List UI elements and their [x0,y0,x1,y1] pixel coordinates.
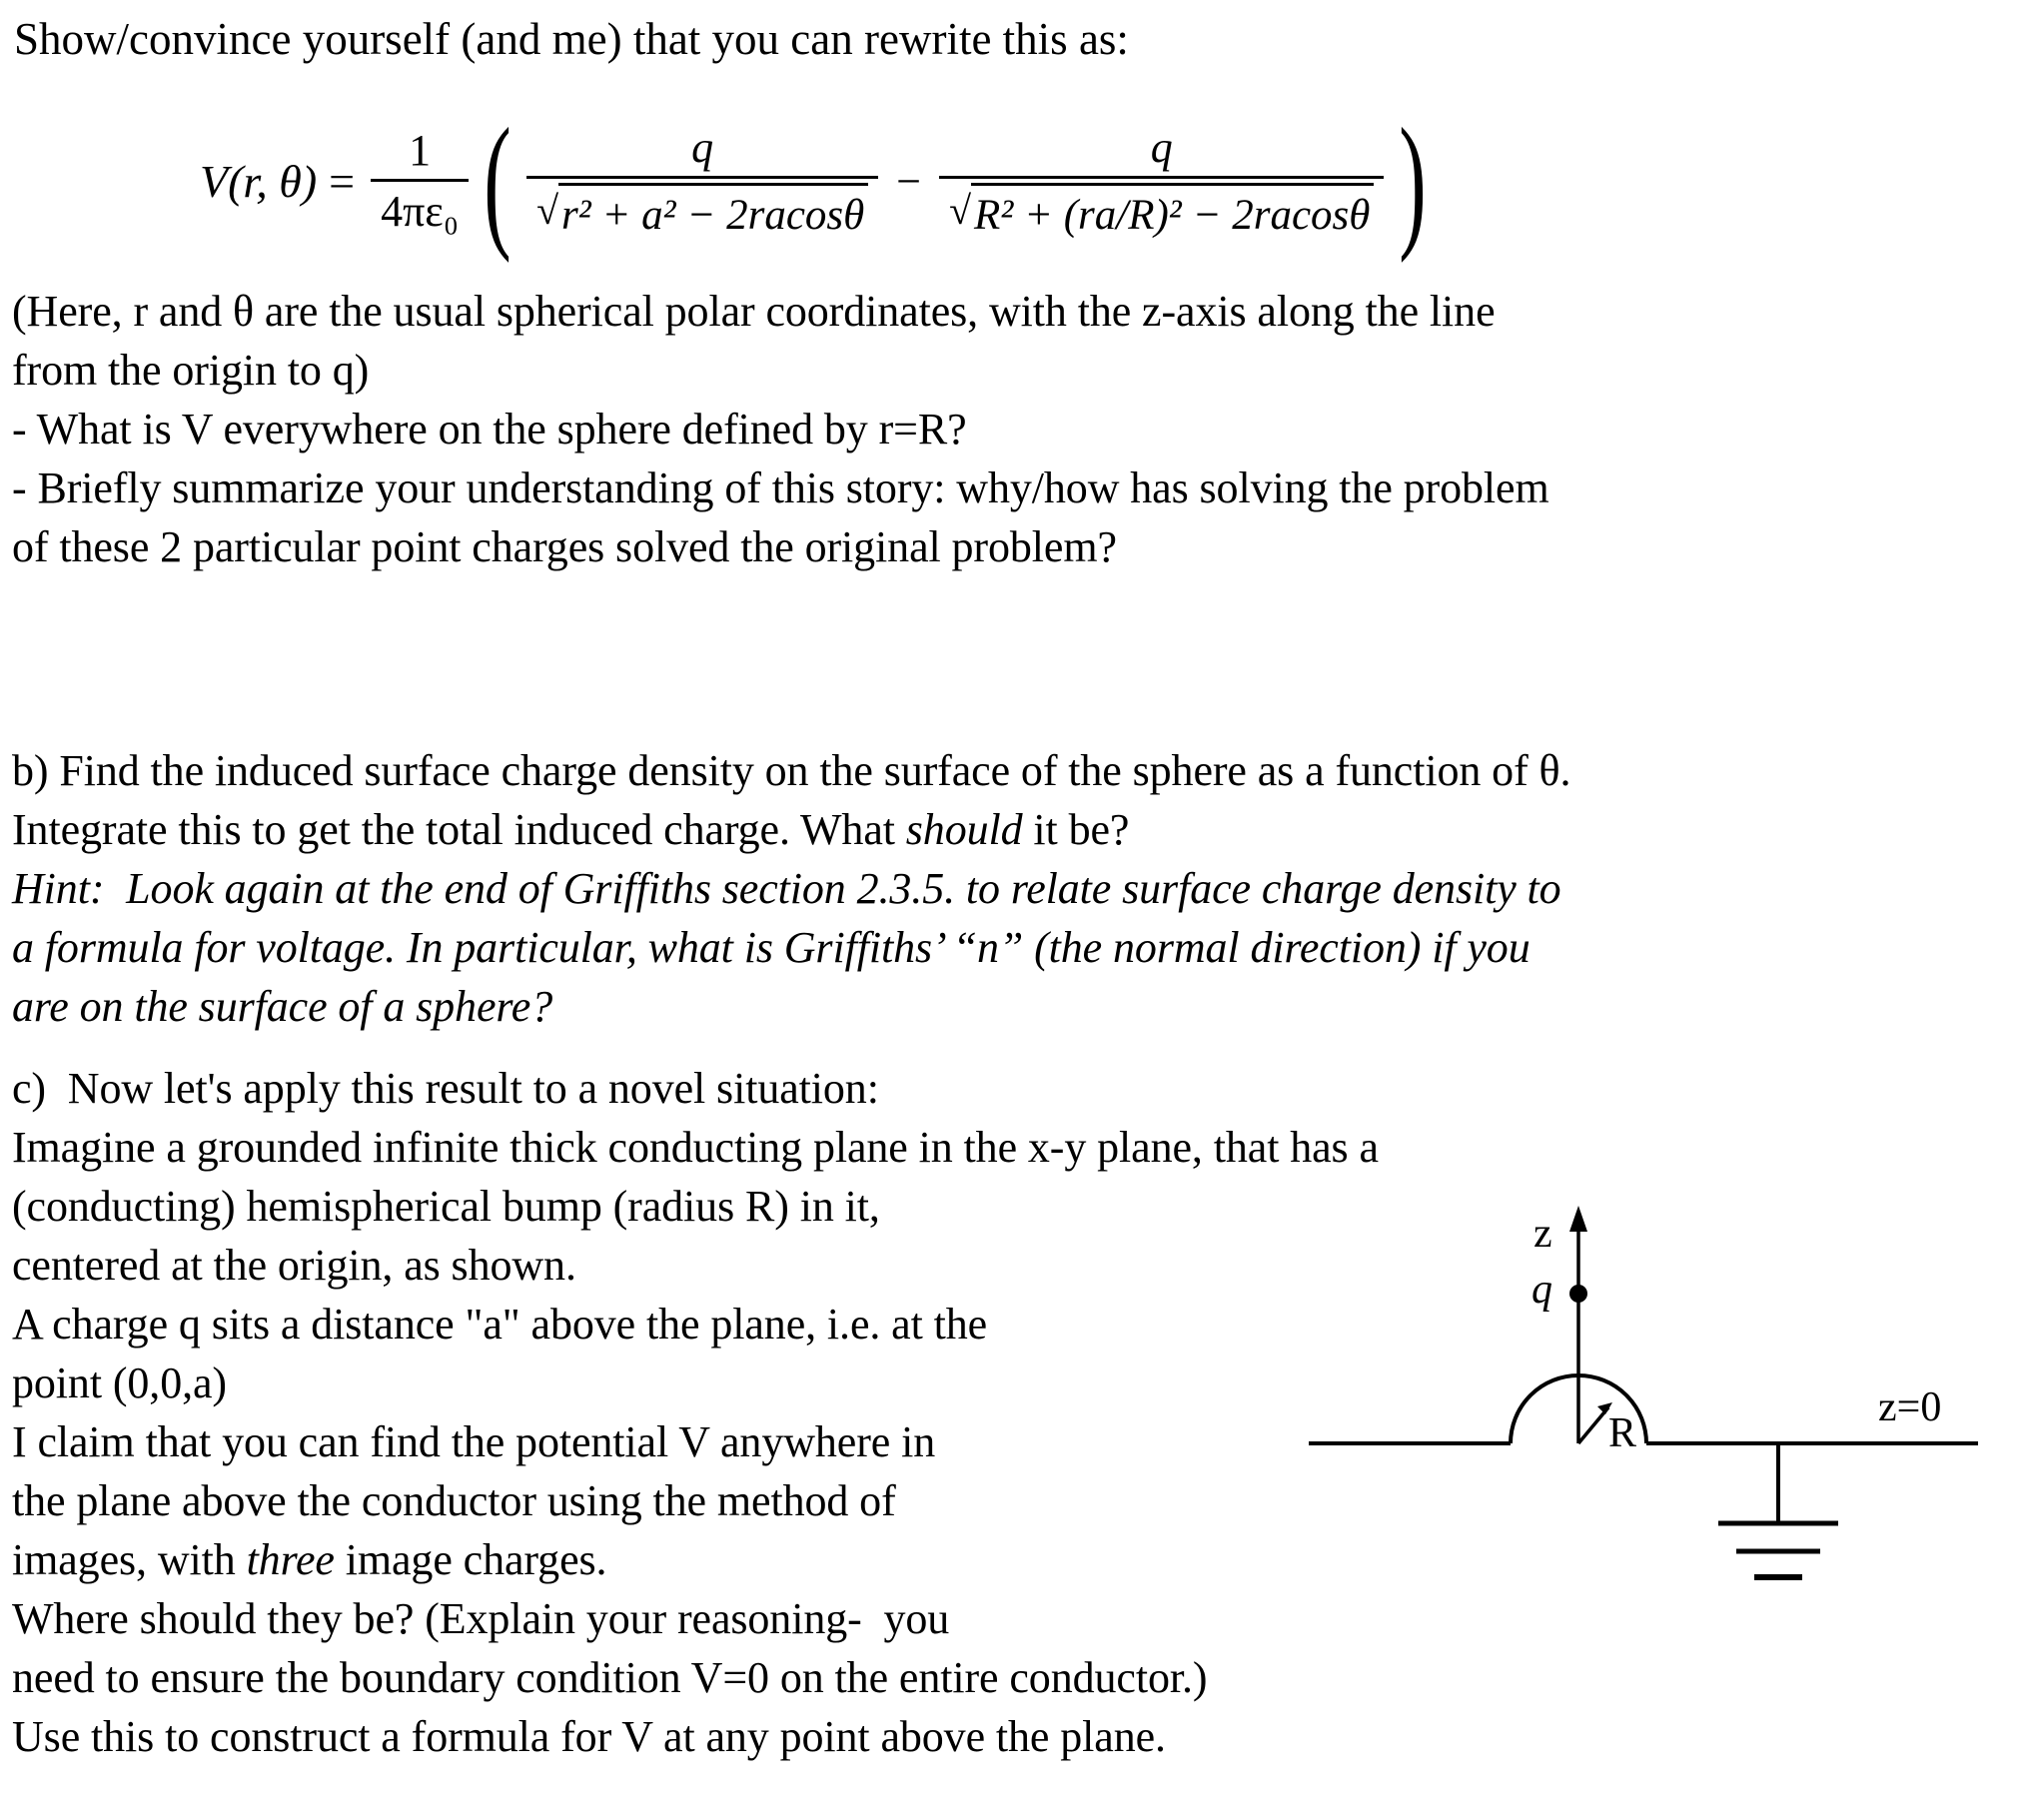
radical-sign: √ [536,188,559,233]
notes-line-3: - What is V everywhere on the sphere def… [12,405,967,454]
formula-lhs: V(r, θ) [200,155,318,207]
prefactor-denominator: 4πε₀ [381,187,460,236]
notes-line-5: of these 2 particular point charges solv… [12,522,1117,571]
z-axis-label: z [1533,1211,1552,1257]
potential-formula: V(r, θ) = 1 4πε₀ ( q √ r² + a² − 2racosθ… [200,98,1438,264]
part-c-line-1: c) Now let's apply this result to a nove… [12,1064,879,1113]
document-page: Show/convince yourself (and me) that you… [0,0,2044,1814]
part-b-paragraph: b) Find the induced surface charge densi… [12,741,2000,1036]
close-paren: ) [1399,98,1428,264]
part-b-line-2-pre: Integrate this to get the total induced … [12,805,906,854]
formula-operator: − [896,156,922,206]
part-b-line-2-emph: should [905,805,1023,854]
sqrt-group: √ R² + (ra/R)² − 2racosθ [949,183,1375,240]
formula-equals: = [329,155,356,207]
notes-paragraph: (Here, r and θ are the usual spherical p… [12,282,2000,576]
z-equals-zero-label: z=0 [1878,1384,1942,1430]
radius-R-label: R [1608,1410,1637,1456]
part-b-line-2-post: it be? [1022,805,1130,854]
term2-denominator: √ R² + (ra/R)² − 2racosθ [939,179,1384,240]
part-c-line-9-post: image charges. [334,1535,607,1584]
charge-q-label: q [1532,1267,1552,1313]
part-c-line-12: Use this to construct a formula for V at… [12,1712,1166,1761]
term2-fraction: q √ R² + (ra/R)² − 2racosθ [935,122,1388,240]
term1-fraction: q √ r² + a² − 2racosθ [522,122,882,240]
intro-text: Show/convince yourself (and me) that you… [14,14,1129,64]
hemispherical-bump-diagram: z q R z=0 [1279,1194,2018,1683]
part-b-line-2: Integrate this to get the total induced … [12,800,2000,859]
part-c-line-2: Imagine a grounded infinite thick conduc… [12,1123,1379,1172]
term2-numerator: q [1150,123,1173,172]
diagram-svg [1309,1206,1978,1580]
hint-line-1: Hint: Look again at the end of Griffiths… [12,864,1561,913]
part-b-line-1: b) Find the induced surface charge densi… [12,746,1571,795]
term1-radicand: r² + a² − 2racosθ [558,183,869,240]
open-paren: ( [484,98,511,264]
notes-line-1: (Here, r and θ are the usual spherical p… [12,287,1496,336]
part-c-line-9-emph: three [246,1535,335,1584]
sqrt-group: √ r² + a² − 2racosθ [536,183,869,240]
radical-sign: √ [949,188,972,233]
notes-line-4: - Briefly summarize your understanding o… [12,463,1549,512]
charge-q-dot [1569,1285,1587,1303]
term1-numerator: q [691,123,714,172]
part-c-line-9-pre: images, with [12,1535,247,1584]
prefactor-fraction: 1 4πε₀ [367,125,473,237]
prefactor-numerator: 1 [409,126,432,175]
notes-line-2: from the origin to q) [12,346,370,395]
hint-line-3: are on the surface of a sphere? [12,982,553,1031]
z-axis-arrowhead [1569,1206,1587,1232]
term2-radicand: R² + (ra/R)² − 2racosθ [971,183,1375,240]
hint-line-2: a formula for voltage. In particular, wh… [12,923,1531,972]
term1-denominator: √ r² + a² − 2racosθ [526,179,878,240]
